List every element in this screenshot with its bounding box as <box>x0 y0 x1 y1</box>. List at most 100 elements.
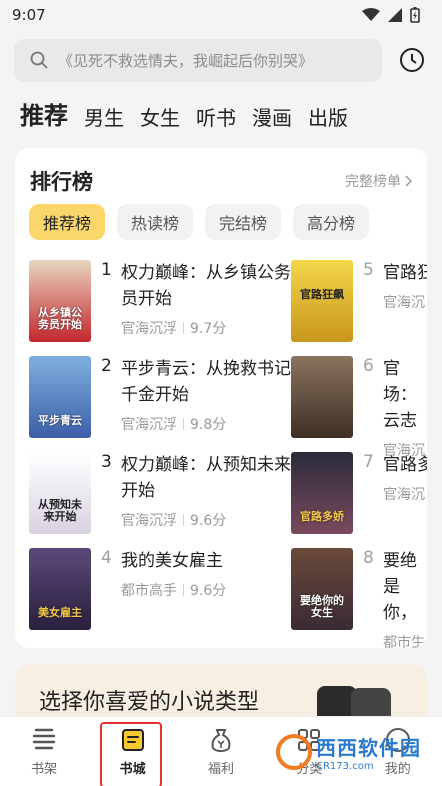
book-category: 都市生 <box>383 635 425 648</box>
nav-bookshelf[interactable]: 书架 <box>9 726 79 777</box>
book-info: 5 官路狂 官海沉 <box>363 260 427 344</box>
rank-number: 4 <box>101 548 112 568</box>
book-cover: 官路狂飙 <box>291 260 353 342</box>
site-watermark: 西西软件园 CR173.com <box>276 726 442 778</box>
search-input[interactable]: 《见死不救选情夫，我崛起后你别哭》 <box>14 38 382 82</box>
ranking-card: 排行榜 完整榜单 推荐榜 热读榜 完结榜 高分榜 从乡镇公务员开始 1 权力巅峰：… <box>15 148 427 648</box>
cover-title: 美女雇主 <box>38 606 82 620</box>
book-info: 1 权力巅峰：从乡镇公务员开始 官海沉浮 9.7分 <box>101 260 301 344</box>
full-list-label: 完整榜单 <box>345 174 401 190</box>
nav-label: 福利 <box>207 762 234 777</box>
book-item[interactable]: 官路狂飙 5 官路狂 官海沉 <box>291 260 427 344</box>
cover-title: 要绝你的女生 <box>300 593 344 620</box>
book-meta: 官海沉浮 9.8分 <box>121 414 301 434</box>
book-category: 官海沉浮 <box>121 417 177 433</box>
book-title: 权力巅峰：从预知未来开始 <box>121 455 291 501</box>
book-category: 官海沉浮 <box>121 513 177 529</box>
status-icons <box>362 7 420 23</box>
book-category: 都市高手 <box>121 583 177 599</box>
book-score: 9.7分 <box>190 321 227 337</box>
book-score: 9.8分 <box>190 417 227 433</box>
book-info: 3 权力巅峰：从预知未来开始 官海沉浮 9.6分 <box>101 452 301 536</box>
promo-title: 选择你喜爱的小说类型 <box>39 690 260 715</box>
clock-icon <box>400 48 424 72</box>
cover-title: 从乡镇公务员开始 <box>38 305 82 332</box>
book-item[interactable]: 要绝你的女生 8 要绝是你， 都市生 <box>291 548 427 648</box>
book-category: 官海沉 <box>383 487 425 503</box>
cover-title: 从预知未来开始 <box>38 497 82 524</box>
book-category: 官海沉浮 <box>121 321 177 337</box>
book-score: 9.6分 <box>190 513 227 529</box>
book-meta: 官海沉 <box>383 292 427 312</box>
rank-number: 8 <box>363 548 374 568</box>
meta-divider <box>183 584 184 596</box>
tab-male[interactable]: 男生 <box>84 102 124 131</box>
rank-number: 2 <box>101 356 112 376</box>
filter-hot[interactable]: 热读榜 <box>117 204 194 240</box>
full-list-link[interactable]: 完整榜单 <box>345 171 413 191</box>
watermark-title: 西西软件园 <box>316 736 421 760</box>
book-cover: 平步青云 <box>29 356 91 438</box>
search-row: 《见死不救选情夫，我崛起后你别哭》 <box>14 38 428 82</box>
tab-recommend[interactable]: 推荐 <box>20 96 68 131</box>
book-title: 要绝是你， <box>383 551 417 623</box>
tab-publish[interactable]: 出版 <box>308 102 348 131</box>
book-meta: 都市高手 9.6分 <box>121 580 301 600</box>
meta-divider <box>183 514 184 526</box>
book-item[interactable]: 6 官场：云志 官海沉 <box>291 356 427 459</box>
book-item[interactable]: 官路多娇 7 官路多 官海沉 <box>291 452 427 536</box>
nav-bookstore[interactable]: 书城 <box>98 722 168 786</box>
search-placeholder: 《见死不救选情夫，我崛起后你别哭》 <box>58 51 314 70</box>
meta-divider <box>183 322 184 334</box>
book-cover: 从预知未来开始 <box>29 452 91 534</box>
book-cover: 从乡镇公务员开始 <box>29 260 91 342</box>
ranking-title: 排行榜 <box>30 170 93 194</box>
nav-welfare[interactable]: 福利 <box>186 726 256 777</box>
nav-label: 书架 <box>31 762 58 777</box>
wifi-icon <box>362 8 380 21</box>
book-info: 7 官路多 官海沉 <box>363 452 427 536</box>
book-title: 我的美女雇主 <box>121 551 223 571</box>
book-title: 官场：云志 <box>383 359 417 431</box>
book-title: 官路狂 <box>383 263 427 283</box>
tab-comics[interactable]: 漫画 <box>252 102 292 131</box>
book-meta: 官海沉浮 9.7分 <box>121 318 301 338</box>
book-cover: 官路多娇 <box>291 452 353 534</box>
ranking-filters: 推荐榜 热读榜 完结榜 高分榜 <box>29 204 370 240</box>
chevron-right-icon <box>405 175 413 187</box>
history-button[interactable] <box>398 46 426 74</box>
rank-number: 7 <box>363 452 374 472</box>
channel-tabs: 推荐 男生 女生 听书 漫画 出版 <box>20 96 348 131</box>
book-meta: 都市生 <box>383 632 425 648</box>
filter-high-score[interactable]: 高分榜 <box>293 204 370 240</box>
filter-recommend[interactable]: 推荐榜 <box>29 204 106 240</box>
watermark-text: 西西软件园 CR173.com <box>316 732 421 772</box>
money-bag-icon <box>211 729 231 753</box>
book-cover <box>291 356 353 438</box>
filter-finished[interactable]: 完结榜 <box>205 204 282 240</box>
status-time: 9:07 <box>12 6 46 24</box>
cover-title: 平步青云 <box>38 414 82 428</box>
book-title: 官路多 <box>383 455 427 475</box>
bookshelf-icon <box>32 728 56 750</box>
cover-title: 官路多娇 <box>300 510 344 524</box>
rank-number: 6 <box>363 356 374 376</box>
highlight-frame <box>99 722 162 786</box>
meta-divider <box>183 418 184 430</box>
ranking-header: 排行榜 完整榜单 <box>30 166 413 196</box>
search-icon <box>30 51 48 69</box>
tab-audio[interactable]: 听书 <box>196 102 236 131</box>
book-info: 2 平步青云：从挽救书记千金开始 官海沉浮 9.8分 <box>101 356 301 440</box>
book-info: 4 我的美女雇主 都市高手 9.6分 <box>101 548 301 632</box>
book-title: 平步青云：从挽救书记千金开始 <box>121 359 291 405</box>
book-cover: 美女雇主 <box>29 548 91 630</box>
rank-number: 3 <box>101 452 112 472</box>
rank-number: 5 <box>363 260 374 280</box>
tab-female[interactable]: 女生 <box>140 102 180 131</box>
battery-icon <box>410 7 420 23</box>
book-meta: 官海沉浮 9.6分 <box>121 510 301 530</box>
book-title: 权力巅峰：从乡镇公务员开始 <box>121 263 291 309</box>
book-cover: 要绝你的女生 <box>291 548 353 630</box>
rank-number: 1 <box>101 260 112 280</box>
status-bar: 9:07 <box>0 0 442 30</box>
